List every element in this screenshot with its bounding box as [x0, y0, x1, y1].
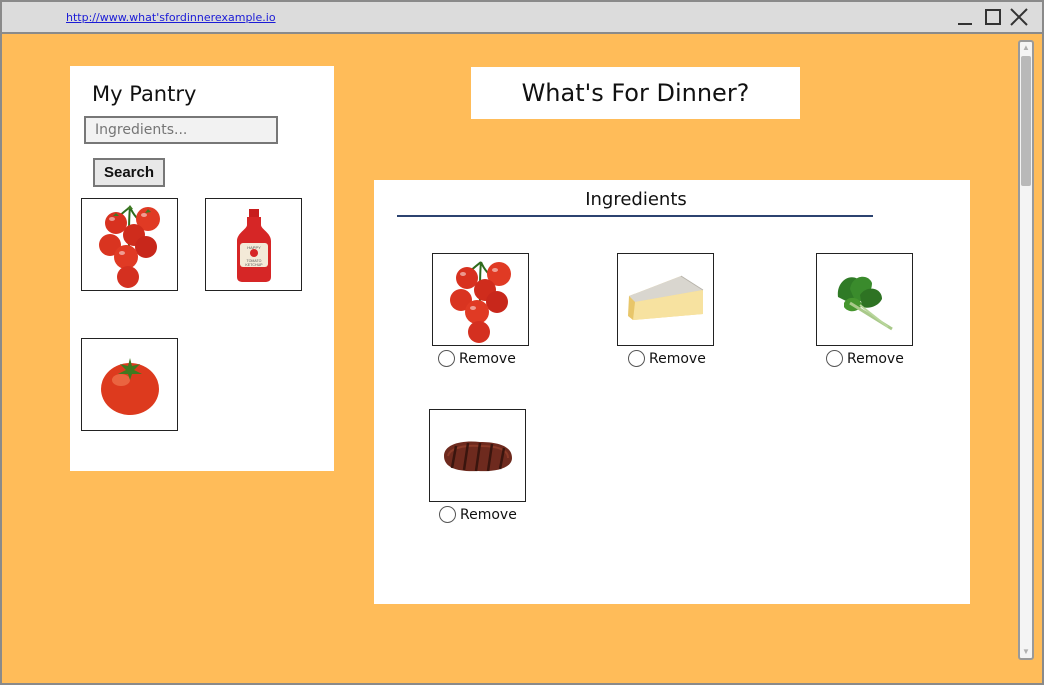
remove-label: Remove — [847, 350, 904, 367]
ingredients-panel: Ingredients Remove Remove Remove Remove — [374, 180, 970, 604]
pantry-item-ketchup[interactable]: HAPPY TOMATO KETCHUP — [205, 198, 302, 291]
remove-radio-spinach[interactable]: Remove — [826, 350, 904, 367]
tomato-icon — [100, 357, 159, 415]
ingredient-search-input[interactable] — [84, 116, 278, 144]
remove-radio-steak[interactable]: Remove — [439, 506, 517, 523]
ingredients-title: Ingredients — [585, 189, 687, 210]
spinach-icon — [837, 276, 893, 330]
pantry-title: My Pantry — [92, 82, 197, 106]
radio-button[interactable] — [826, 350, 843, 367]
ingredient-item-tomatoes: Remove — [432, 253, 542, 367]
ingredient-thumbnail[interactable] — [617, 253, 714, 346]
minimize-icon[interactable] — [954, 6, 976, 28]
vertical-scrollbar[interactable]: ▲ ▼ — [1018, 40, 1034, 660]
url-link[interactable]: http://www.what'sfordinnerexample.io — [66, 11, 276, 24]
scroll-down-arrow-icon[interactable]: ▼ — [1022, 647, 1030, 657]
svg-text:HAPPY: HAPPY — [247, 245, 261, 250]
maximize-icon[interactable] — [982, 6, 1004, 28]
remove-label: Remove — [460, 506, 517, 523]
svg-text:KETCHUP: KETCHUP — [245, 263, 263, 267]
cheese-icon — [627, 275, 703, 320]
close-icon[interactable] — [1008, 6, 1030, 28]
ingredient-item-steak: Remove — [429, 409, 539, 523]
scroll-up-arrow-icon[interactable]: ▲ — [1022, 43, 1030, 53]
ketchup-bottle-icon: HAPPY TOMATO KETCHUP — [236, 208, 271, 282]
remove-radio-tomatoes[interactable]: Remove — [438, 350, 516, 367]
pantry-item-tomatoes[interactable] — [81, 198, 178, 291]
radio-button[interactable] — [438, 350, 455, 367]
remove-label: Remove — [459, 350, 516, 367]
page-title: What's For Dinner? — [521, 79, 750, 107]
tomatoes-icon — [449, 260, 511, 343]
radio-button[interactable] — [439, 506, 456, 523]
radio-button[interactable] — [628, 350, 645, 367]
tomatoes-icon — [98, 204, 160, 288]
pantry-panel: My Pantry Search — [70, 66, 334, 471]
app-header: What's For Dinner? — [471, 67, 800, 119]
ingredient-thumbnail[interactable] — [429, 409, 526, 502]
title-bar: http://www.what'sfordinnerexample.io — [2, 2, 1042, 34]
steak-icon — [443, 441, 512, 471]
ingredient-item-spinach: Remove — [816, 253, 926, 367]
ingredient-thumbnail[interactable] — [816, 253, 913, 346]
remove-radio-cheese[interactable]: Remove — [628, 350, 706, 367]
remove-label: Remove — [649, 350, 706, 367]
ingredients-divider — [397, 215, 873, 217]
ingredient-thumbnail[interactable] — [432, 253, 529, 346]
scrollbar-thumb[interactable] — [1021, 56, 1031, 186]
search-button[interactable]: Search — [93, 158, 165, 187]
pantry-item-tomato[interactable] — [81, 338, 178, 431]
ingredient-item-cheese: Remove — [617, 253, 727, 367]
browser-window: http://www.what'sfordinnerexample.io ▲ ▼… — [0, 0, 1044, 685]
